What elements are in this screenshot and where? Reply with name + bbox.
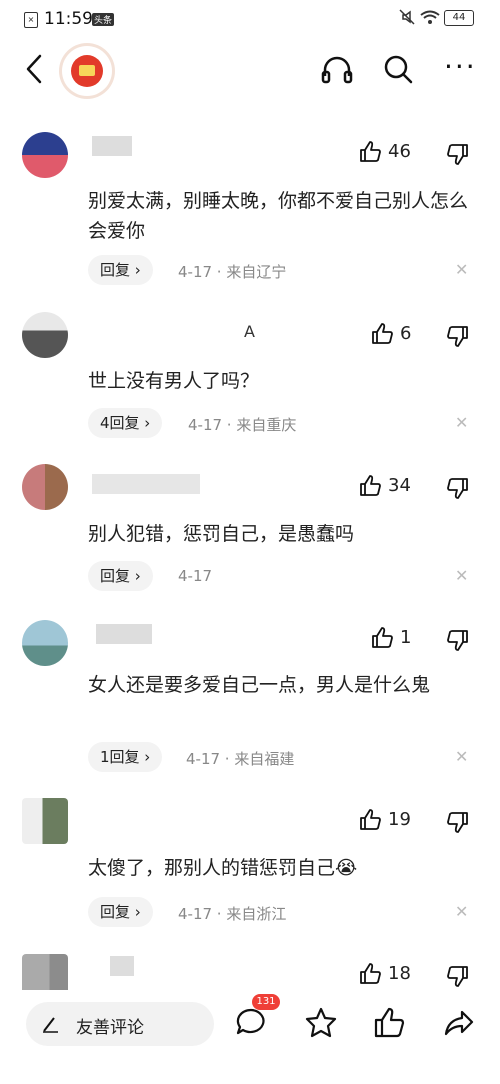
like-count: 18 xyxy=(388,963,411,984)
status-bar: × 11:59 头条 44 xyxy=(0,0,500,38)
comment-text: 别爱太满，别睡太晚，你都不爱自己别人怎么会爱你 xyxy=(88,190,469,242)
headphone-icon[interactable] xyxy=(320,54,354,86)
comment-input[interactable]: 友善评论 xyxy=(26,1002,214,1046)
comment-text: 太傻了，那别人的错惩罚自己😭 xyxy=(88,857,358,879)
like-icon[interactable] xyxy=(358,962,382,986)
red-envelope-icon xyxy=(71,55,103,87)
comment-icon[interactable] xyxy=(234,1006,268,1040)
close-icon[interactable]: ✕ xyxy=(455,747,468,766)
dislike-icon[interactable] xyxy=(446,810,470,834)
mute-icon xyxy=(399,9,415,25)
battery-icon: 44 xyxy=(444,10,474,26)
comment-meta: 4-17 · 来自辽宁 xyxy=(178,263,287,281)
close-icon[interactable]: ✕ xyxy=(455,413,468,432)
like-count: 19 xyxy=(388,809,411,830)
comment-meta: 4-17 · 来自浙江 xyxy=(178,905,287,923)
reply-button[interactable]: 回复 › xyxy=(88,897,153,927)
like-icon[interactable] xyxy=(358,140,382,164)
status-time: 11:59 xyxy=(44,9,93,29)
close-icon[interactable]: ✕ xyxy=(455,260,468,279)
comment-placeholder: 友善评论 xyxy=(76,1018,144,1038)
toutiao-badge: 头条 xyxy=(92,13,115,26)
like-icon[interactable] xyxy=(358,808,382,832)
dislike-icon[interactable] xyxy=(446,324,470,348)
bottom-action-bar: 友善评论 131 xyxy=(0,990,500,1084)
top-header: ··· xyxy=(0,38,500,104)
dislike-icon[interactable] xyxy=(446,964,470,988)
avatar[interactable] xyxy=(22,620,68,666)
like-count: 6 xyxy=(400,323,412,344)
avatar[interactable] xyxy=(22,464,68,510)
comment-meta: 4-17 xyxy=(178,567,213,585)
like-count: 34 xyxy=(388,475,411,496)
wifi-icon xyxy=(420,10,440,24)
like-icon[interactable] xyxy=(370,626,394,650)
channel-logo[interactable] xyxy=(62,46,112,96)
like-icon[interactable] xyxy=(370,322,394,346)
close-icon[interactable]: ✕ xyxy=(455,902,468,921)
back-icon[interactable] xyxy=(20,52,50,86)
username-blurred[interactable] xyxy=(92,474,200,494)
username[interactable]: A xyxy=(244,322,255,341)
comment-text: 别人犯错，惩罚自己，是愚蠢吗 xyxy=(88,523,355,545)
star-icon[interactable] xyxy=(304,1006,338,1040)
comment-text: 世上没有男人了吗？ xyxy=(88,370,260,392)
more-icon[interactable]: ··· xyxy=(444,53,478,86)
comment-count-badge: 131 xyxy=(252,994,280,1010)
like-count: 46 xyxy=(388,141,411,162)
avatar[interactable] xyxy=(22,312,68,358)
username-blurred[interactable] xyxy=(110,956,134,976)
comment-meta: 4-17 · 来自福建 xyxy=(186,750,295,768)
like-icon[interactable] xyxy=(372,1006,406,1040)
reply-button[interactable]: 4回复 › xyxy=(88,408,163,438)
like-icon[interactable] xyxy=(358,474,382,498)
reply-button[interactable]: 回复 › xyxy=(88,255,153,285)
like-count: 1 xyxy=(400,627,412,648)
dislike-icon[interactable] xyxy=(446,476,470,500)
dislike-icon[interactable] xyxy=(446,142,470,166)
pen-icon xyxy=(43,1017,58,1033)
username-blurred[interactable] xyxy=(96,624,152,644)
avatar[interactable] xyxy=(22,132,68,178)
reply-button[interactable]: 1回复 › xyxy=(88,742,163,772)
dislike-icon[interactable] xyxy=(446,628,470,652)
share-icon[interactable] xyxy=(442,1006,476,1040)
reply-button[interactable]: 回复 › xyxy=(88,561,153,591)
sim-icon: × xyxy=(24,12,38,28)
username-blurred[interactable] xyxy=(92,136,132,156)
close-icon[interactable]: ✕ xyxy=(455,566,468,585)
comment-text: 女人还是要多爱自己一点，男人是什么鬼 xyxy=(88,674,431,696)
search-icon[interactable] xyxy=(382,53,414,85)
comment-meta: 4-17 · 来自重庆 xyxy=(188,416,297,434)
avatar[interactable] xyxy=(22,798,68,844)
